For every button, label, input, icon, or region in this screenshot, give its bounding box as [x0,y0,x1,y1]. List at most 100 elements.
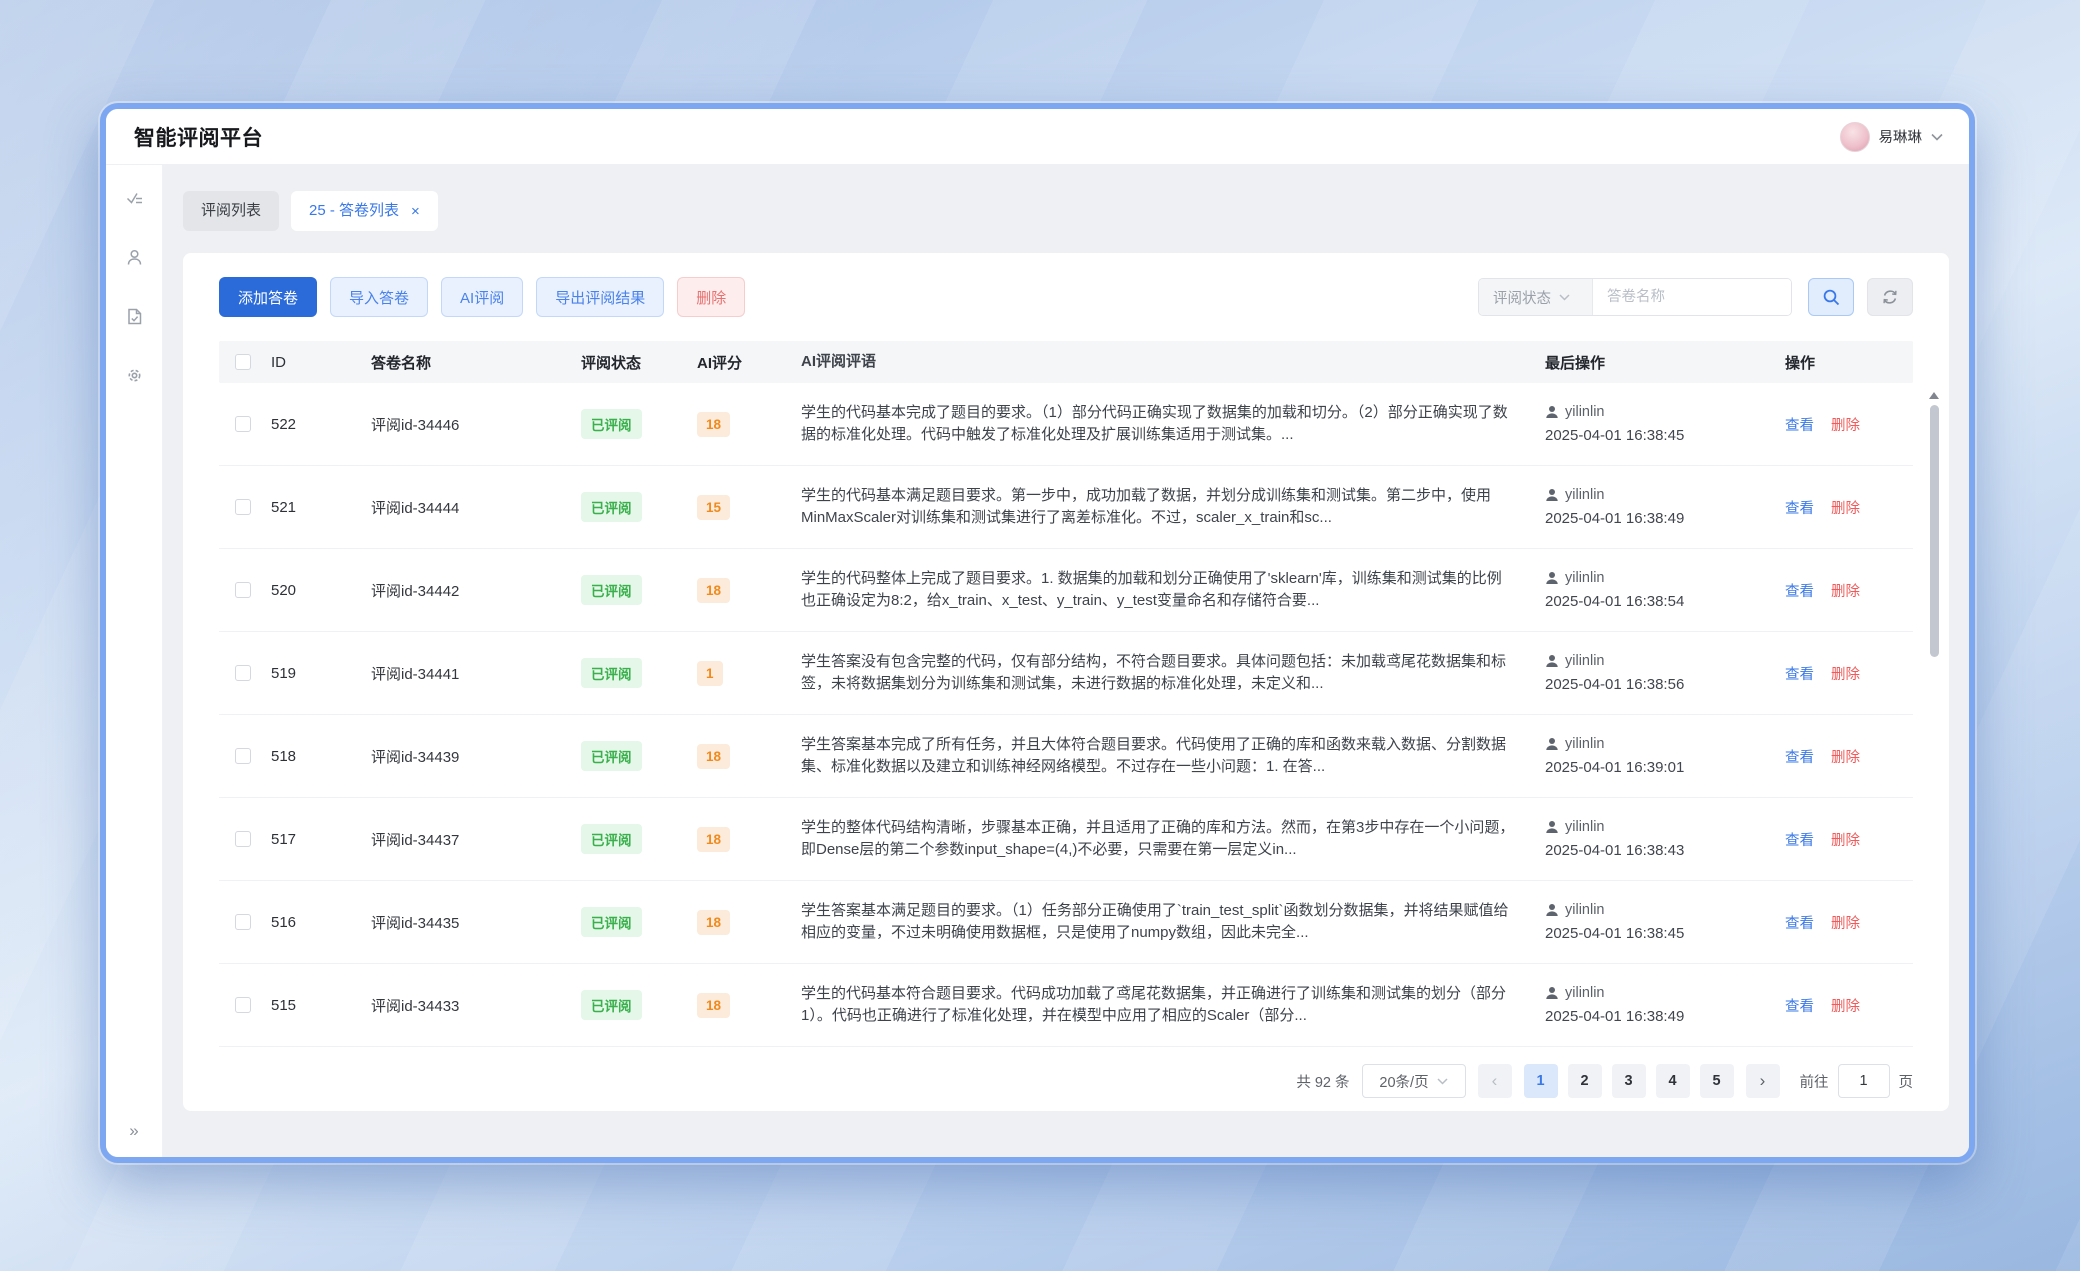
view-link[interactable]: 查看 [1785,746,1814,767]
avatar[interactable] [1840,122,1870,152]
review-checklist-icon[interactable] [125,189,144,208]
column-header-comment: AI评阅评语 [801,351,1545,373]
column-header-op: 操作 [1785,352,1913,373]
goto-label: 前往 [1800,1071,1829,1092]
person-icon [1545,986,1559,1000]
row-checkbox[interactable] [235,831,251,847]
scrollbar-up-arrow[interactable] [1929,387,1939,399]
operation-time: 2025-04-01 16:38:45 [1545,427,1785,444]
delete-link[interactable]: 删除 [1831,995,1860,1016]
user-menu[interactable]: 易琳琳 [1840,122,1944,152]
review-status-select[interactable]: 评阅状态 [1479,279,1593,315]
status-badge: 已评阅 [581,658,642,688]
delete-button[interactable]: 删除 [677,277,745,317]
tab-review-list[interactable]: 评阅列表 [183,191,279,231]
row-answer-name: 评阅id-34435 [371,912,581,933]
page-size-select[interactable]: 20条/页 [1362,1064,1466,1098]
row-last-operation: yilinlin 2025-04-01 16:38:54 [1545,570,1785,610]
view-link[interactable]: 查看 [1785,995,1814,1016]
row-last-operation: yilinlin 2025-04-01 16:38:45 [1545,404,1785,444]
row-answer-name: 评阅id-34439 [371,746,581,767]
window-header: 智能评阅平台 易琳琳 [106,109,1969,165]
table-row: 522 评阅id-34446 已评阅 18 学生的代码基本完成了题目的要求。（1… [219,383,1913,466]
row-checkbox[interactable] [235,997,251,1013]
user-icon[interactable] [125,248,144,267]
delete-link[interactable]: 删除 [1831,580,1860,601]
score-badge: 15 [697,495,730,520]
pagination: 共 92 条 20条/页 ‹ 12345 › 前往 页 [219,1064,1913,1098]
view-link[interactable]: 查看 [1785,829,1814,850]
add-answer-button[interactable]: 添加答卷 [219,277,317,317]
delete-link[interactable]: 删除 [1831,663,1860,684]
page-button-3[interactable]: 3 [1612,1064,1646,1098]
export-results-button[interactable]: 导出评阅结果 [536,277,664,317]
search-button[interactable] [1808,278,1854,316]
row-checkbox[interactable] [235,582,251,598]
operation-time: 2025-04-01 16:38:49 [1545,1008,1785,1025]
delete-link[interactable]: 删除 [1831,829,1860,850]
delete-link[interactable]: 删除 [1831,912,1860,933]
answer-name-input[interactable] [1593,279,1791,315]
view-link[interactable]: 查看 [1785,912,1814,933]
status-badge: 已评阅 [581,907,642,937]
row-ai-comment: 学生的代码基本符合题目要求。代码成功加载了鸢尾花数据集，并正确进行了训练集和测试… [801,983,1545,1027]
score-badge: 18 [697,910,730,935]
score-badge: 18 [697,827,730,852]
row-last-operation: yilinlin 2025-04-01 16:38:43 [1545,819,1785,859]
import-answer-button[interactable]: 导入答卷 [330,277,428,317]
sidebar-expand-icon[interactable]: » [129,1121,138,1141]
row-checkbox[interactable] [235,914,251,930]
page-button-4[interactable]: 4 [1656,1064,1690,1098]
person-icon [1545,488,1559,502]
row-checkbox[interactable] [235,748,251,764]
delete-link[interactable]: 删除 [1831,414,1860,435]
close-icon[interactable]: × [411,204,420,219]
page-button-1[interactable]: 1 [1524,1064,1558,1098]
status-badge: 已评阅 [581,990,642,1020]
sidebar: » [106,165,163,1157]
operation-time: 2025-04-01 16:38:45 [1545,925,1785,942]
scrollbar-thumb[interactable] [1930,405,1939,657]
page-button-2[interactable]: 2 [1568,1064,1602,1098]
column-header-status: 评阅状态 [581,352,697,373]
total-count: 共 92 条 [1296,1071,1349,1092]
delete-link[interactable]: 删除 [1831,497,1860,518]
operator-name: yilinlin [1565,985,1605,1001]
row-answer-name: 评阅id-34446 [371,414,581,435]
row-checkbox[interactable] [235,499,251,515]
view-link[interactable]: 查看 [1785,497,1814,518]
ai-review-button[interactable]: AI评阅 [441,277,523,317]
refresh-button[interactable] [1867,278,1913,316]
table-scrollbar[interactable] [1929,387,1939,1047]
page-button-5[interactable]: 5 [1700,1064,1734,1098]
column-header-score: AI评分 [697,352,801,373]
column-header-id: ID [271,354,371,371]
delete-link[interactable]: 删除 [1831,746,1860,767]
document-check-icon[interactable] [125,307,144,326]
view-link[interactable]: 查看 [1785,580,1814,601]
prev-page-button[interactable]: ‹ [1478,1064,1512,1098]
status-badge: 已评阅 [581,741,642,771]
operator-name: yilinlin [1565,570,1605,586]
row-last-operation: yilinlin 2025-04-01 16:38:45 [1545,902,1785,942]
row-ai-comment: 学生的整体代码结构清晰，步骤基本正确，并且适用了正确的库和方法。然而，在第3步中… [801,817,1545,861]
person-icon [1545,405,1559,419]
chevron-down-icon [1931,133,1943,141]
row-checkbox[interactable] [235,416,251,432]
goto-page-input[interactable] [1838,1064,1890,1098]
view-link[interactable]: 查看 [1785,414,1814,435]
view-link[interactable]: 查看 [1785,663,1814,684]
tab-bar: 评阅列表 25 - 答卷列表 × [183,191,1949,231]
row-ai-comment: 学生的代码基本完成了题目的要求。（1）部分代码正确实现了数据集的加载和切分。（2… [801,402,1545,446]
select-all-checkbox[interactable] [235,354,251,370]
operator-name: yilinlin [1565,653,1605,669]
table-header-row: ID 答卷名称 评阅状态 AI评分 AI评阅评语 最后操作 操作 [219,341,1913,383]
row-checkbox[interactable] [235,665,251,681]
tab-answer-sheet-list[interactable]: 25 - 答卷列表 × [291,191,438,231]
window-body: » 评阅列表 25 - 答卷列表 × 添加答卷 导入答卷 [106,165,1969,1157]
user-name: 易琳琳 [1879,126,1923,147]
goto-page: 前往 页 [1800,1064,1914,1098]
table-row: 518 评阅id-34439 已评阅 18 学生答案基本完成了所有任务，并且大体… [219,715,1913,798]
next-page-button[interactable]: › [1746,1064,1780,1098]
settings-gear-icon[interactable] [125,366,144,385]
